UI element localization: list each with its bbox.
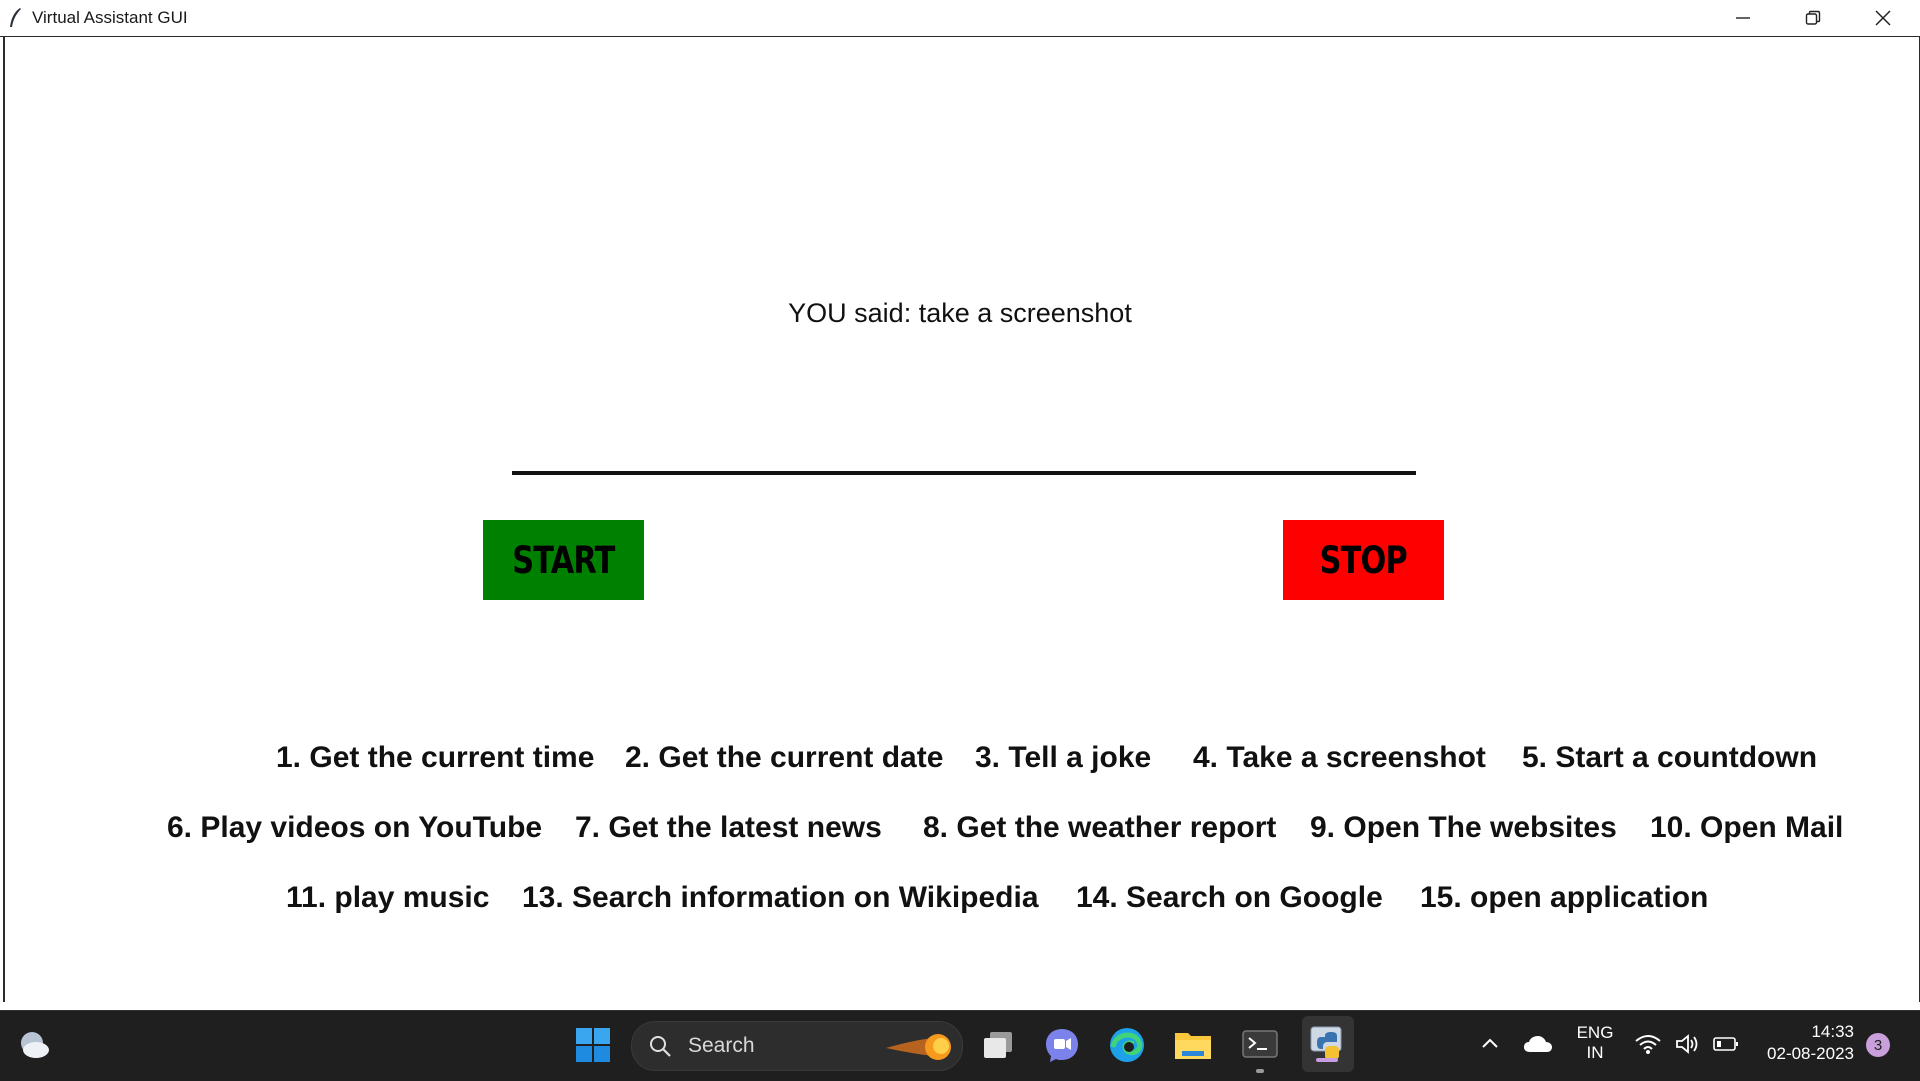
- minimize-icon: [1736, 17, 1750, 19]
- command-item: 2. Get the current date: [625, 741, 944, 774]
- clock-date: 02-08-2023: [1767, 1044, 1854, 1063]
- active-app-indicator: [1316, 1058, 1338, 1062]
- search-icon: [650, 1036, 671, 1057]
- close-button[interactable]: [1848, 0, 1918, 36]
- command-item: 1. Get the current time: [276, 741, 595, 774]
- command-item: 4. Take a screenshot: [1193, 741, 1486, 774]
- task-view-button[interactable]: [974, 1021, 1022, 1069]
- window-title: Virtual Assistant GUI: [32, 8, 188, 27]
- command-item: 8. Get the weather report: [923, 811, 1277, 844]
- notification-badge[interactable]: 3: [1866, 1033, 1890, 1057]
- language-code: ENG: [1576, 1023, 1614, 1042]
- separator-line: [512, 471, 1416, 475]
- file-explorer-icon: [1175, 1033, 1211, 1059]
- onedrive-button[interactable]: [1514, 1020, 1562, 1068]
- terminal-icon: [1242, 1030, 1278, 1058]
- teams-chat-icon: [1046, 1029, 1078, 1062]
- battery-button[interactable]: [1706, 1020, 1746, 1068]
- teams-chat-button[interactable]: [1038, 1021, 1086, 1069]
- taskbar-search-box[interactable]: Search: [631, 1021, 963, 1071]
- running-indicator: [1256, 1069, 1264, 1073]
- search-highlight-comet-icon: [886, 1034, 951, 1060]
- stop-button[interactable]: STOP: [1283, 520, 1444, 600]
- volume-button[interactable]: [1668, 1020, 1708, 1068]
- tray-chevron-icon: [1482, 1038, 1498, 1048]
- command-item: 15. open application: [1420, 881, 1709, 914]
- volume-icon: [1676, 1034, 1698, 1054]
- minimize-button[interactable]: [1708, 0, 1778, 36]
- title-bar: Virtual Assistant GUI: [0, 0, 1920, 37]
- command-item: 9. Open The websites: [1310, 811, 1617, 844]
- start-button[interactable]: START: [483, 520, 644, 600]
- command-item: 7. Get the latest news: [575, 811, 882, 844]
- clock[interactable]: 14:33 02-08-2023: [1752, 1021, 1864, 1065]
- command-row-2: 6. Play videos on YouTube 7. Get the lat…: [0, 811, 1920, 851]
- clock-time: 14:33: [1811, 1022, 1854, 1041]
- network-button[interactable]: [1628, 1020, 1668, 1068]
- command-item: 13. Search information on Wikipedia: [522, 881, 1039, 914]
- edge-browser-icon: [1110, 1028, 1144, 1062]
- command-item: 10. Open Mail: [1650, 811, 1844, 844]
- language-indicator[interactable]: ENG IN: [1570, 1023, 1620, 1063]
- start-menu-button[interactable]: [569, 1021, 617, 1069]
- wifi-icon: [1635, 1035, 1661, 1054]
- terminal-button[interactable]: [1236, 1021, 1284, 1069]
- command-row-1: 1. Get the current time 2. Get the curre…: [0, 741, 1920, 781]
- restore-button[interactable]: [1778, 0, 1848, 36]
- weather-widget[interactable]: [10, 1021, 58, 1069]
- show-hidden-icons-button[interactable]: [1466, 1020, 1514, 1068]
- file-explorer-button[interactable]: [1169, 1021, 1217, 1069]
- command-item: 6. Play videos on YouTube: [167, 811, 543, 844]
- command-item: 5. Start a countdown: [1522, 741, 1818, 774]
- start-button-label: START: [512, 538, 615, 582]
- command-row-3: 11. play music 13. Search information on…: [0, 881, 1920, 921]
- command-item: 3. Tell a joke: [975, 741, 1152, 774]
- onedrive-cloud-icon: [1524, 1036, 1552, 1052]
- command-item: 14. Search on Google: [1076, 881, 1383, 914]
- weather-icon: [21, 1032, 49, 1058]
- task-view-icon: [984, 1032, 1012, 1058]
- feather-app-icon: [10, 8, 21, 27]
- app-window: [3, 37, 1920, 1002]
- you-said-label: YOU said: take a screenshot: [788, 298, 1132, 328]
- language-region: IN: [1586, 1043, 1604, 1062]
- command-item: 11. play music: [286, 881, 490, 914]
- battery-icon: [1713, 1037, 1738, 1051]
- restore-icon: [1805, 10, 1821, 25]
- stop-button-label: STOP: [1319, 538, 1408, 582]
- edge-browser-button[interactable]: [1103, 1021, 1151, 1069]
- windows-start-icon: [576, 1028, 610, 1062]
- close-icon: [1875, 10, 1891, 26]
- search-placeholder: Search: [688, 1034, 755, 1057]
